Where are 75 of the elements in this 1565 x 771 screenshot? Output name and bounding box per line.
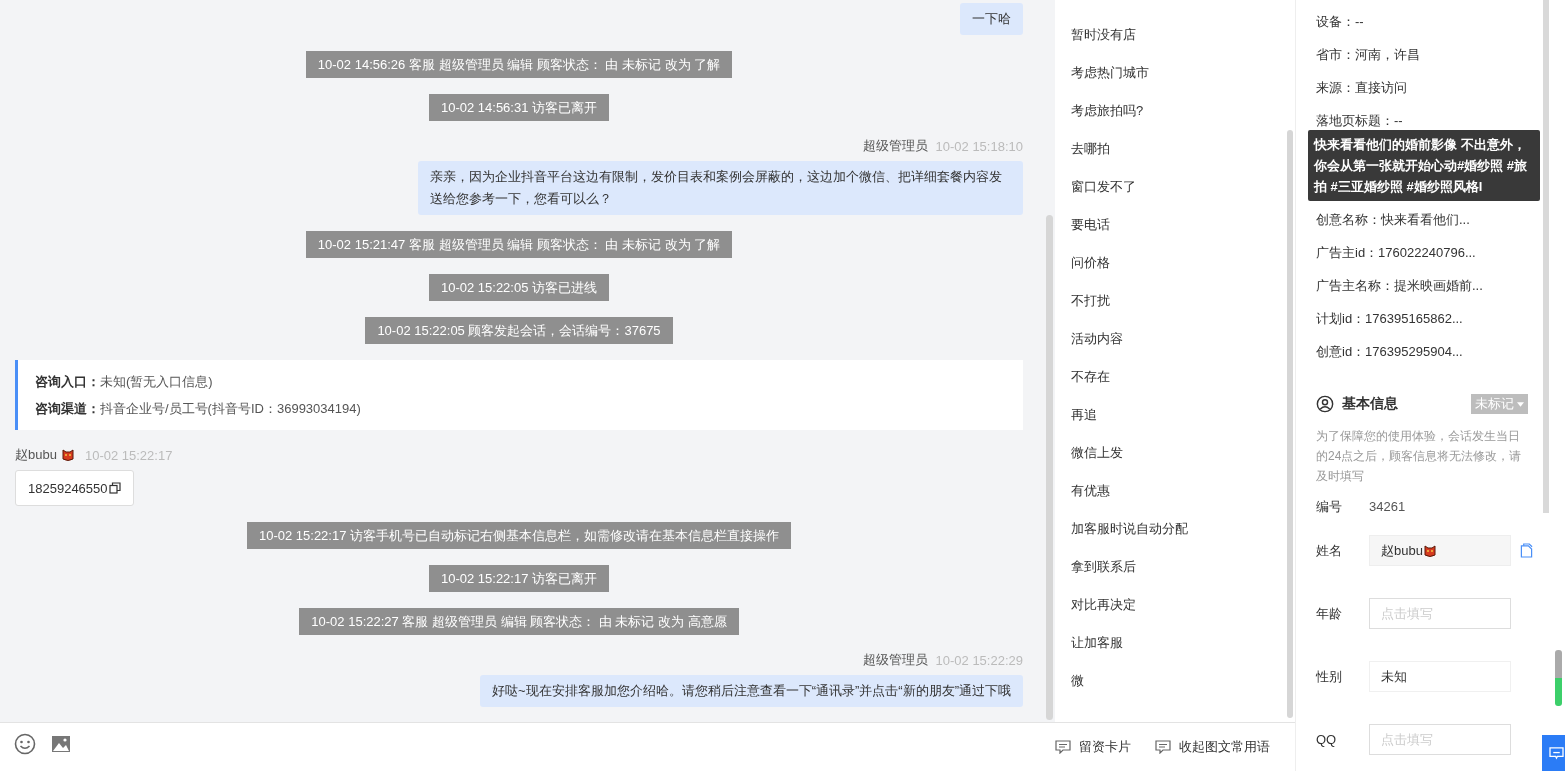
caret-icon <box>1517 401 1524 407</box>
detail-row-text: 广告主名称：提米映画婚前... <box>1316 277 1484 295</box>
message-bubble: 亲亲，因为企业抖音平台这边有限制，发价目表和案例会屏蔽的，这边加个微信、把详细套餐内容发送给您参考一下，您看可以么？ <box>418 161 1023 215</box>
scrollbar[interactable] <box>1287 130 1293 718</box>
detail-row-text: 设备：-- <box>1316 13 1365 31</box>
detail-row-text: 创意id：176395295904... <box>1316 343 1464 361</box>
phrase-item[interactable]: 考虑热门城市 <box>1071 54 1279 92</box>
detail-row-text: 来源：直接访问 <box>1316 79 1408 97</box>
scrollbar[interactable] <box>1543 0 1549 513</box>
copy-icon[interactable] <box>108 482 121 494</box>
detail-row-text: 计划id：176395165862... <box>1316 310 1464 328</box>
name-field[interactable]: 赵bubu <box>1369 535 1511 566</box>
image-icon[interactable] <box>50 733 72 755</box>
message-icon <box>1155 740 1171 754</box>
phrase-item[interactable]: 有优惠 <box>1071 472 1279 510</box>
tooltip: 快来看看他们的婚前影像 不出意外，你会从第一张就开始心动#婚纱照 #旅拍 #三亚婚纱照 #婚纱照风格l <box>1308 130 1540 201</box>
field-value: 34261 <box>1369 499 1406 514</box>
field-label: 年龄 <box>1316 604 1343 623</box>
field-label: QQ <box>1316 732 1338 747</box>
phrase-item[interactable]: 让加客服 <box>1071 624 1279 662</box>
detail-row-text: 广告主id：176022240796... <box>1316 244 1477 262</box>
phrase-item[interactable]: 拿到联系后 <box>1071 548 1279 586</box>
phrase-item[interactable]: 微信上发 <box>1071 434 1279 472</box>
phrase-item[interactable]: 问价格 <box>1071 244 1279 282</box>
sender-name: 赵bubu <box>15 446 57 464</box>
mask-emoji-icon <box>1422 543 1437 558</box>
system-notice: 10-02 15:22:05 访客已进线 <box>428 274 610 301</box>
mask-emoji-icon <box>60 448 75 462</box>
phrase-item[interactable]: 去哪拍 <box>1071 130 1279 168</box>
detail-row-text: 创意名称：快来看看他们... <box>1316 211 1471 229</box>
message-bubble: 好哒~现在安排客服加您介绍哈。请您稍后注意查看一下“通讯录”并点击“新的朋友”通过下哦 <box>480 675 1023 707</box>
system-notice: 10-02 14:56:26 客服 超级管理员 编辑 顾客状态： 由 未标记 改为 了解 <box>305 51 733 78</box>
phrase-item[interactable]: 考虑旅拍吗? <box>1071 92 1279 130</box>
sender-name: 超级管理员 <box>862 137 928 155</box>
message-time: 10-02 15:22:29 <box>935 652 1023 668</box>
system-notice: 10-02 15:21:47 客服 超级管理员 编辑 顾客状态： 由 未标记 改为 了解 <box>305 231 733 258</box>
scrollbar-thumb[interactable] <box>1555 650 1562 706</box>
message-time: 10-02 15:22:17 <box>84 447 173 463</box>
system-notice: 10-02 14:56:31 访客已离开 <box>428 94 610 121</box>
message-bubble: 一下哈 <box>960 3 1023 35</box>
phone-number: 18259246550 <box>28 480 108 496</box>
info-row-text: 咨询入口：未知(暂无入口信息) <box>35 373 214 391</box>
system-notice: 10-02 15:22:27 客服 超级管理员 编辑 顾客状态： 由 未标记 改为 高意愿 <box>299 608 739 635</box>
section-title: 基本信息 <box>1342 395 1399 413</box>
select-field[interactable]: 未知 <box>1369 661 1511 692</box>
chat-button[interactable] <box>1542 735 1565 771</box>
scrollbar[interactable] <box>1046 215 1053 720</box>
phrase-item[interactable]: 微 <box>1071 662 1279 700</box>
toolbar-button[interactable]: 留资卡片 <box>1055 738 1131 756</box>
phrase-item[interactable]: 活动内容 <box>1071 320 1279 358</box>
system-notice: 10-02 15:22:05 顾客发起会话，会话编号：37675 <box>365 317 673 344</box>
system-notice: 10-02 15:22:17 访客已离开 <box>428 565 610 592</box>
phrase-item[interactable]: 不打扰 <box>1071 282 1279 320</box>
phrase-item[interactable]: 加客服时说自动分配 <box>1071 510 1279 548</box>
user-icon <box>1316 395 1334 413</box>
system-notice: 10-02 15:22:17 访客手机号已自动标记右侧基本信息栏，如需修改请在基本信息栏直接操作 <box>246 522 792 549</box>
phrase-item[interactable]: 对比再决定 <box>1071 586 1279 624</box>
detail-row-text: 落地页标题：-- <box>1316 112 1404 130</box>
message-time: 10-02 15:18:10 <box>935 138 1023 154</box>
field-label: 编号 <box>1316 497 1343 516</box>
field-label: 性别 <box>1316 667 1343 686</box>
message-icon <box>1055 740 1071 754</box>
field-label: 姓名 <box>1316 541 1343 560</box>
phrase-item[interactable]: 要电话 <box>1071 206 1279 244</box>
chat-icon <box>1548 746 1564 760</box>
info-row-text: 咨询渠道：抖音企业号/员工号(抖音号ID：36993034194) <box>35 400 362 418</box>
phrase-item[interactable]: 窗口发不了 <box>1071 168 1279 206</box>
detail-row-text: 省市：河南，许昌 <box>1316 46 1421 64</box>
hint-text: 为了保障您的使用体验，会话发生当日的24点之后，顾客信息将无法修改，请及时填写 <box>1316 428 1523 485</box>
toolbar-button[interactable]: 收起图文常用语 <box>1155 738 1270 756</box>
phrase-item[interactable]: 暂时没有店 <box>1071 16 1279 54</box>
emoji-icon[interactable] <box>14 733 36 755</box>
phrase-item[interactable]: 再追 <box>1071 396 1279 434</box>
phrase-item[interactable]: 不存在 <box>1071 358 1279 396</box>
sender-name: 超级管理员 <box>862 651 928 669</box>
